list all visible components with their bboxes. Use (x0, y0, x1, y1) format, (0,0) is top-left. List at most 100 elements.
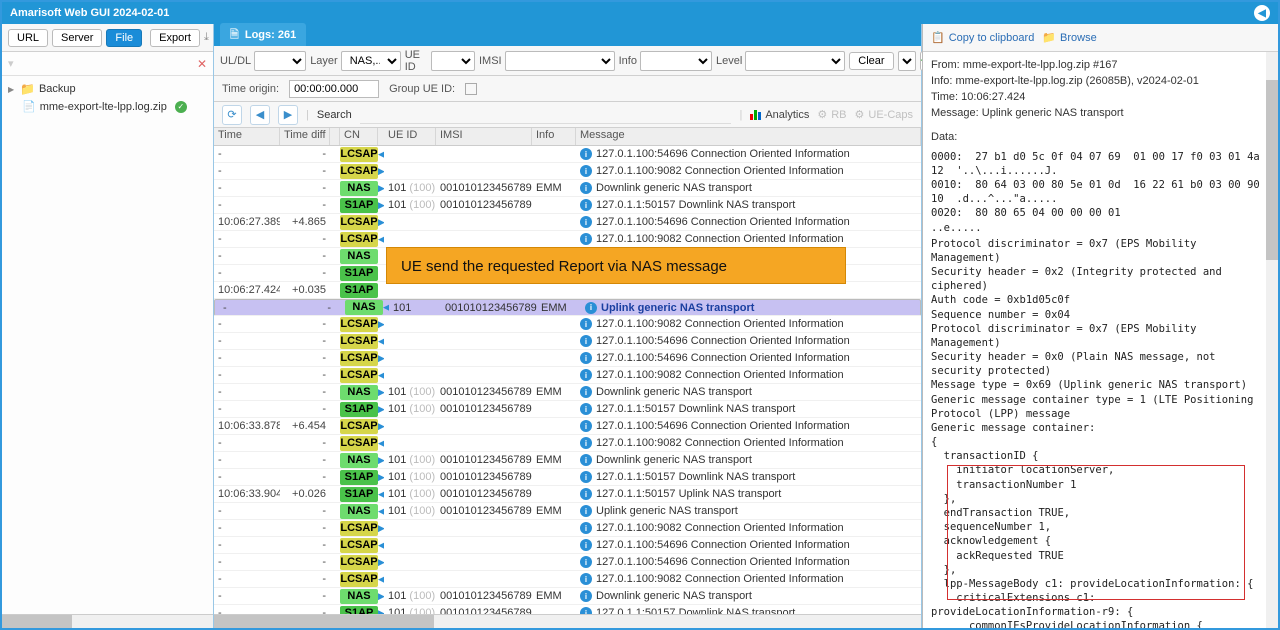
folder-icon: 📁 (1042, 31, 1056, 44)
table-row[interactable]: --NAS▶101 (100)001010123456789EMMiDownli… (214, 180, 921, 197)
table-row[interactable]: --LCSAP▶i127.0.1.100:9082 Connection Ori… (214, 163, 921, 180)
tree-file-log[interactable]: 📄 mme-export-lte-lpp.log.zip ✓ (4, 98, 211, 115)
url-button[interactable]: URL (8, 29, 48, 47)
imsi-select[interactable] (505, 51, 615, 71)
left-scrollbar[interactable] (2, 614, 213, 628)
table-row[interactable]: --S1AP▶101 (100)001010123456789i127.0.1.… (214, 197, 921, 214)
copy-clipboard-button[interactable]: 📋Copy to clipboard (931, 31, 1034, 44)
table-row[interactable]: --NAS▶101 (100)001010123456789EMMiDownli… (214, 452, 921, 469)
chart-icon (750, 110, 761, 120)
grid-header: Time Time diff CN UE ID IMSI Info Messag… (214, 128, 921, 146)
detail-info: mme-export-lte-lpp.log.zip (26085B), v20… (955, 75, 1198, 87)
info-icon: i (580, 148, 592, 160)
table-row[interactable]: --NAS◀101 (100)001010123456789EMMiUplink… (214, 503, 921, 520)
table-row[interactable]: --LCSAP◀i127.0.1.100:54696 Connection Or… (214, 146, 921, 163)
info-icon: i (580, 471, 592, 483)
info-icon: i (580, 505, 592, 517)
server-button[interactable]: Server (52, 29, 102, 47)
table-row[interactable]: --S1AP▶101 (100)001010123456789i127.0.1.… (214, 469, 921, 486)
table-row[interactable]: 10:06:33.878+6.454LCSAP▶i127.0.1.100:546… (214, 418, 921, 435)
analytics-button[interactable]: Analytics (750, 109, 809, 121)
table-row[interactable]: --NAS◀101001010123456789EMMiUplink gener… (214, 299, 921, 316)
table-row[interactable]: --LCSAP◀i127.0.1.100:9082 Connection Ori… (214, 367, 921, 384)
clear-menu[interactable] (898, 51, 916, 71)
info-icon: i (580, 522, 592, 534)
info-icon: i (580, 590, 592, 602)
table-row[interactable]: 10:06:27.424+0.035S1AP (214, 282, 921, 299)
info-icon: i (580, 420, 592, 432)
prev-button[interactable]: ◀ (250, 105, 270, 125)
app-title: Amarisoft Web GUI 2024-02-01 (10, 7, 169, 19)
collapse-icon[interactable]: ◀ (1254, 5, 1270, 21)
table-row[interactable]: --S1AP▶101 (100)001010123456789i127.0.1.… (214, 605, 921, 614)
info-icon: i (580, 556, 592, 568)
detail-message: Uplink generic NAS transport (982, 107, 1124, 119)
grid-body[interactable]: UE send the requested Report via NAS mes… (214, 146, 921, 614)
table-row[interactable]: --LCSAP◀i127.0.1.100:54696 Connection Or… (214, 333, 921, 350)
info-icon: i (580, 454, 592, 466)
gear-icon: ⚙ (817, 108, 827, 121)
info-icon: i (580, 199, 592, 211)
next-button[interactable]: ▶ (278, 105, 298, 125)
file-button[interactable]: File (106, 29, 142, 47)
center-scrollbar[interactable] (214, 614, 921, 628)
table-row[interactable]: --LCSAP◀i127.0.1.100:9082 Connection Ori… (214, 571, 921, 588)
folder-icon: 📁 (20, 82, 35, 96)
tab-logs[interactable]: 🗎 Logs: 261 (220, 23, 306, 48)
level-select[interactable] (745, 51, 845, 71)
table-row[interactable]: --S1AP▶101 (100)001010123456789i127.0.1.… (214, 401, 921, 418)
export-icon[interactable]: ⤓ (204, 30, 209, 46)
group-checkbox[interactable] (465, 83, 477, 95)
info-icon: i (585, 302, 597, 314)
rb-button[interactable]: ⚙RB (817, 108, 846, 121)
info-icon: i (580, 573, 592, 585)
info-icon: i (580, 318, 592, 330)
info-icon: i (580, 165, 592, 177)
search-input[interactable] (360, 106, 732, 124)
export-button[interactable]: Export (150, 29, 200, 47)
table-row[interactable]: --NAS▶101 (100)001010123456789EMMiDownli… (214, 588, 921, 605)
info-icon: i (580, 539, 592, 551)
browse-button[interactable]: 📁Browse (1042, 31, 1096, 44)
detail-hex: 0000: 27 b1 d0 5c 0f 04 07 69 01 00 17 f… (931, 150, 1270, 235)
table-row[interactable]: --NAS▶101 (100)001010123456789EMMiDownli… (214, 384, 921, 401)
table-row[interactable]: 10:06:33.904+0.026S1AP◀101 (100)00101012… (214, 486, 921, 503)
time-origin-input[interactable] (289, 80, 379, 98)
info-icon: i (580, 233, 592, 245)
refresh-button[interactable]: ⟳ (222, 105, 242, 125)
info-icon: i (580, 437, 592, 449)
table-row[interactable]: --LCSAP▶i127.0.1.100:54696 Connection Or… (214, 350, 921, 367)
layer-select[interactable]: NAS,... (341, 51, 401, 71)
uldl-select[interactable] (254, 51, 306, 71)
right-scrollbar[interactable] (1266, 52, 1278, 628)
info-icon: i (580, 403, 592, 415)
detail-data-label: Data: (931, 131, 957, 143)
table-row[interactable]: --LCSAP▶i127.0.1.100:54696 Connection Or… (214, 554, 921, 571)
info-icon: i (580, 607, 592, 614)
info-icon: i (580, 352, 592, 364)
gear-icon: ⚙ (855, 108, 865, 121)
info-icon: i (580, 216, 592, 228)
info-select[interactable] (640, 51, 712, 71)
table-row[interactable]: --LCSAP▶i127.0.1.100:9082 Connection Ori… (214, 316, 921, 333)
detail-body: Protocol discriminator = 0x7 (EPS Mobili… (931, 237, 1270, 628)
info-icon: i (580, 182, 592, 194)
table-row[interactable]: --LCSAP◀i127.0.1.100:9082 Connection Ori… (214, 231, 921, 248)
logs-tab-icon: 🗎 (230, 26, 239, 45)
table-row[interactable]: --LCSAP◀i127.0.1.100:54696 Connection Or… (214, 537, 921, 554)
table-row[interactable]: --LCSAP◀i127.0.1.100:9082 Connection Ori… (214, 435, 921, 452)
info-icon: i (580, 488, 592, 500)
clear-button[interactable]: Clear (849, 52, 893, 70)
info-icon: i (580, 386, 592, 398)
uecaps-button[interactable]: ⚙UE-Caps (855, 108, 914, 121)
detail-from: mme-export-lte-lpp.log.zip #167 (963, 59, 1118, 71)
filter-icon: ▾ (8, 57, 14, 70)
annotation-callout: UE send the requested Report via NAS mes… (386, 247, 846, 284)
ueid-select[interactable] (431, 51, 475, 71)
table-row[interactable]: 10:06:27.389+4.865LCSAP▶i127.0.1.100:546… (214, 214, 921, 231)
sidebar: URL Server File Export ⤓ ▾ ✕ ▶📁 Backup 📄… (2, 24, 214, 628)
tree-folder-backup[interactable]: ▶📁 Backup (4, 80, 211, 98)
detail-time: 10:06:27.424 (961, 91, 1025, 103)
clear-filter-icon[interactable]: ✕ (197, 57, 207, 71)
table-row[interactable]: --LCSAP▶i127.0.1.100:9082 Connection Ori… (214, 520, 921, 537)
